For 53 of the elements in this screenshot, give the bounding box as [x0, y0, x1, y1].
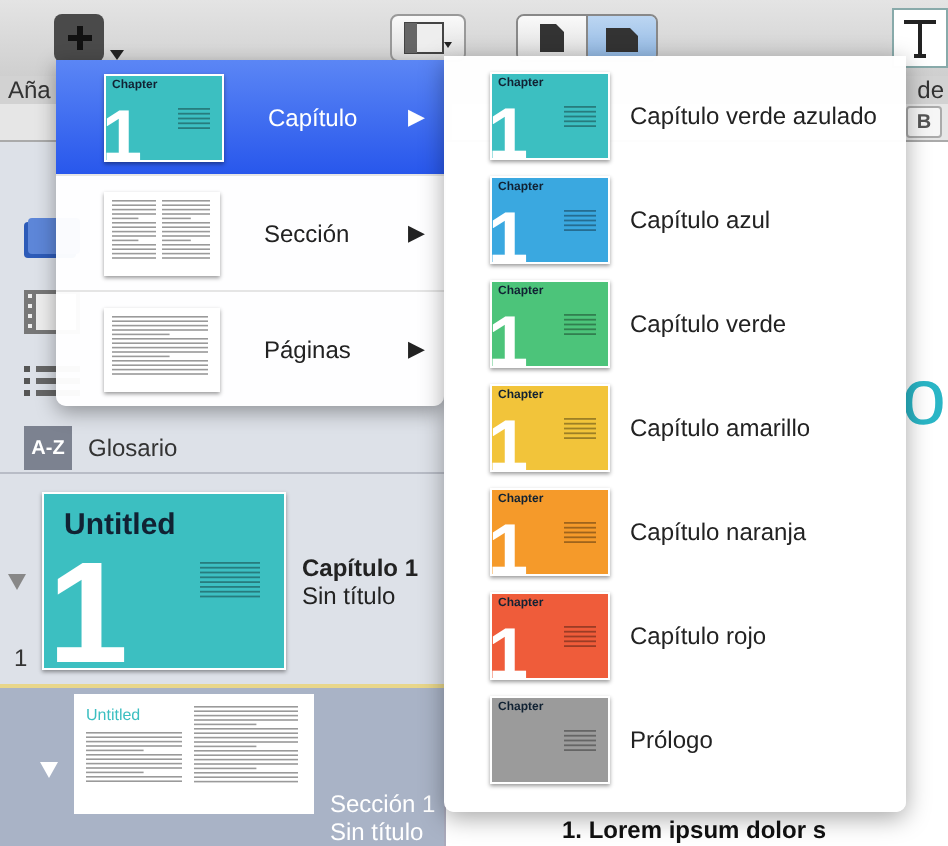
submenu-arrow: ▶: [408, 104, 424, 130]
list-item-text: 1. Lorem ipsum dolor s: [562, 816, 829, 844]
menu-item[interactable]: Páginas ▶: [56, 292, 444, 406]
text-lines-icon: [86, 732, 182, 785]
entry-title: Sección 1: [330, 790, 436, 818]
text-icon: [902, 18, 938, 58]
text-lines-icon: [112, 199, 156, 261]
chapter-number: 1: [492, 210, 529, 262]
toolbar-label: Aña: [8, 76, 51, 104]
document-title: o: [901, 358, 946, 438]
page-view-button[interactable]: [518, 16, 586, 60]
text-box-button[interactable]: [892, 8, 948, 68]
page-icon: [540, 24, 564, 52]
glossary-label[interactable]: Glosario: [88, 434, 178, 462]
text-lines-icon: [112, 315, 208, 377]
sidebar-row[interactable]: Untitled 1 Capítulo 1 Sin título 1: [0, 472, 444, 688]
thumbnail-title: Untitled: [86, 706, 143, 724]
text-lines-icon: [564, 418, 596, 442]
chapter-number: 1: [492, 522, 529, 574]
text-lines-icon: [564, 210, 596, 234]
chapter-number: 1: [492, 418, 529, 470]
text-lines-icon: [564, 522, 596, 546]
text-lines-icon: [564, 314, 596, 338]
thumbnail-title: Untitled: [62, 506, 178, 540]
bold-button[interactable]: B: [906, 106, 942, 138]
submenu-arrow: ▶: [408, 220, 424, 246]
chapter-number: 1: [492, 106, 529, 158]
text-lines-icon: [194, 706, 298, 786]
text-lines-icon: [162, 199, 210, 261]
layout-button[interactable]: [390, 14, 466, 62]
menu-item[interactable]: Sección ▶: [56, 176, 444, 292]
text-lines-icon: [200, 562, 260, 602]
add-button[interactable]: [54, 14, 104, 62]
chapter-number: 1: [48, 558, 129, 668]
page-icon: [606, 24, 638, 52]
plus-icon: [65, 24, 93, 52]
text-lines-icon: [564, 106, 596, 130]
entry-title: Capítulo 1: [302, 553, 419, 581]
entry-subtitle: Sin título: [330, 818, 426, 846]
window-layout-icon: [404, 22, 452, 54]
text-lines-icon: [178, 107, 210, 131]
text-lines-icon: [564, 730, 596, 754]
chapter-number: 1: [492, 314, 529, 366]
glossary-icon[interactable]: A-Z: [24, 426, 72, 470]
page-view-button[interactable]: [586, 16, 656, 60]
toolbar-label: de: [917, 76, 944, 104]
disclosure-triangle-icon[interactable]: [8, 573, 26, 589]
submenu-arrow: ▶: [408, 336, 424, 362]
chapter-number: 1: [106, 107, 143, 159]
page-number: 1: [14, 644, 28, 672]
text-lines-icon: [564, 626, 596, 650]
entry-subtitle: Sin título: [302, 581, 398, 609]
chapter-number: 1: [492, 626, 529, 678]
